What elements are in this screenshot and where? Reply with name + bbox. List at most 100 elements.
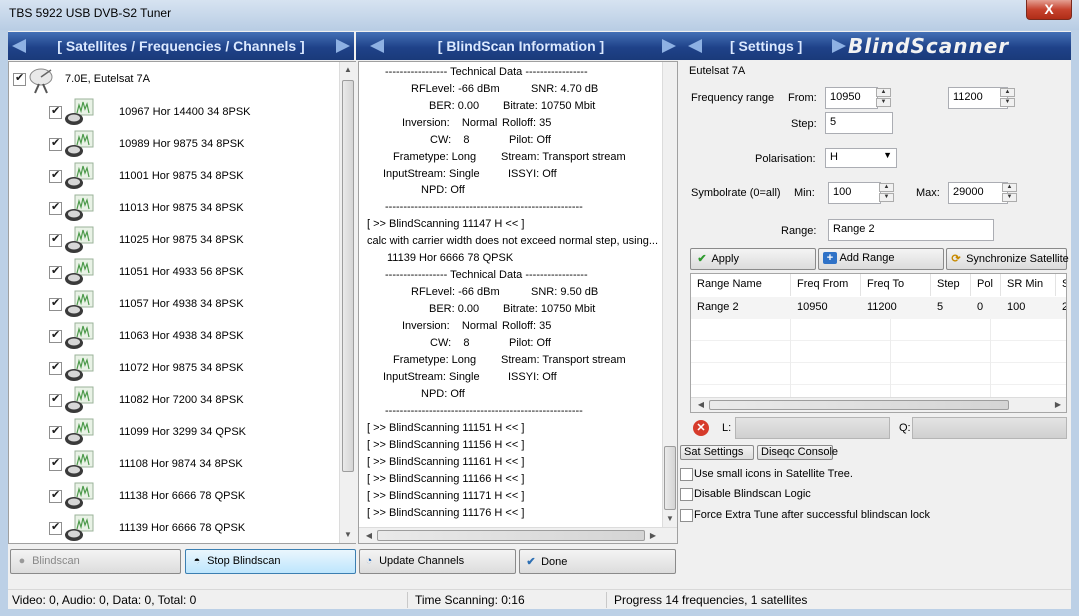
plus-icon: +	[823, 252, 837, 264]
range-grid[interactable]: Range Name Freq From Freq To Step Pol SR…	[690, 273, 1067, 413]
tree-item[interactable]: 11025 Hor 9875 34 8PSK	[9, 224, 339, 256]
update-channels-button[interactable]: ◔ Update Channels	[359, 549, 516, 574]
settings-header: [ Settings ] BlindScanner	[686, 32, 1071, 60]
log-text: Frametype: Long	[393, 354, 477, 366]
log-text: BER: 0.00	[429, 100, 480, 112]
symbolrate-max-input[interactable]: 29000	[948, 182, 1008, 204]
scroll-up-icon[interactable]: ▲	[340, 62, 356, 78]
scroll-down-icon[interactable]: ▼	[340, 527, 356, 543]
tab-sat-settings[interactable]: Sat Settings	[680, 445, 754, 460]
window-title: TBS 5922 USB DVB-S2 Tuner	[9, 6, 172, 20]
arrow-left-icon[interactable]	[688, 39, 702, 53]
satellite-tree[interactable]: 7.0E, Eutelsat 7A 10967 Hor 14400 34 8PS…	[8, 61, 356, 544]
add-range-button[interactable]: + Add Range	[818, 248, 944, 270]
freq-from-spinner[interactable]: ▲ ▼	[876, 88, 891, 108]
grid-header[interactable]: SR Min	[1001, 274, 1056, 296]
tree-item-label: 11057 Hor 4938 34 8PSK	[119, 298, 244, 310]
log-vscrollbar[interactable]: ▼	[662, 62, 677, 527]
scroll-left-icon[interactable]: ◀	[361, 528, 377, 544]
satellite-name: 7.0E, Eutelsat 7A	[65, 73, 150, 85]
chevron-down-icon[interactable]: ▼	[883, 150, 892, 160]
tree-item[interactable]: 11138 Hor 6666 78 QPSK	[9, 480, 339, 512]
arrow-right-icon[interactable]	[832, 39, 846, 53]
tree-scrollbar[interactable]: ▲ ▼	[339, 62, 356, 543]
tree-item-checkbox[interactable]	[49, 424, 62, 439]
scroll-thumb[interactable]	[377, 530, 645, 541]
blindscan-log[interactable]: ----------------- Technical Data -------…	[358, 61, 678, 544]
scroll-left-icon[interactable]: ◀	[693, 397, 709, 412]
arrow-right-icon[interactable]	[336, 39, 350, 53]
grid-header[interactable]: Step	[931, 274, 971, 296]
scroll-thumb[interactable]	[709, 400, 1009, 410]
done-button[interactable]: ✔ Done	[519, 549, 676, 574]
tree-item[interactable]: 10989 Hor 9875 34 8PSK	[9, 128, 339, 160]
tree-item-checkbox[interactable]	[49, 200, 62, 215]
tree-item-checkbox[interactable]	[49, 488, 62, 503]
tree-item[interactable]: 11139 Hor 6666 78 QPSK	[9, 512, 339, 543]
grid-cell: Range 2	[697, 301, 739, 313]
satellite-checkbox[interactable]	[13, 71, 26, 86]
blindscan-button[interactable]: ● Blindscan	[10, 549, 181, 574]
tree-item-checkbox[interactable]	[49, 392, 62, 407]
polarisation-select[interactable]: H ▼	[825, 148, 897, 168]
tree-item[interactable]: 11072 Hor 9875 34 8PSK	[9, 352, 339, 384]
grid-header[interactable]: Freq To	[861, 274, 931, 296]
arrow-left-icon[interactable]	[12, 39, 26, 53]
grid-header[interactable]: Pol	[971, 274, 1001, 296]
grid-header[interactable]: Range Name	[691, 274, 791, 296]
tree-item[interactable]: 11082 Hor 7200 34 8PSK	[9, 384, 339, 416]
grid-cell: 100	[1007, 301, 1026, 313]
grid-header[interactable]: Freq From	[791, 274, 861, 296]
scroll-thumb[interactable]	[664, 446, 676, 510]
tab-diseqc-console[interactable]: Diseqc Console	[757, 445, 838, 460]
arrow-left-icon[interactable]	[370, 39, 384, 53]
tree-item[interactable]: 10967 Hor 14400 34 8PSK	[9, 96, 339, 128]
symbolrate-min-spinner[interactable]: ▲ ▼	[879, 183, 894, 203]
tree-item-checkbox[interactable]	[49, 456, 62, 471]
close-button[interactable]: X	[1026, 0, 1072, 20]
tree-item-checkbox[interactable]	[49, 264, 62, 279]
tree-item[interactable]: 11108 Hor 9874 34 8PSK	[9, 448, 339, 480]
tree-item-checkbox[interactable]	[49, 328, 62, 343]
tree-item[interactable]: 11001 Hor 9875 34 8PSK	[9, 160, 339, 192]
step-input[interactable]: 5	[825, 112, 893, 134]
tree-item[interactable]: 11057 Hor 4938 34 8PSK	[9, 288, 339, 320]
tree-item-checkbox[interactable]	[49, 136, 62, 151]
small-icons-checkbox[interactable]	[680, 468, 693, 481]
scroll-right-icon[interactable]: ▶	[645, 528, 661, 544]
arrow-right-icon[interactable]	[662, 39, 676, 53]
force-tune-checkbox[interactable]	[680, 509, 693, 522]
log-hscrollbar[interactable]: ◀ ▶	[359, 527, 677, 543]
tree-item-checkbox[interactable]	[49, 296, 62, 311]
scroll-right-icon[interactable]: ▶	[1050, 397, 1066, 412]
apply-button[interactable]: ✔ Apply	[690, 248, 816, 270]
tree-item-checkbox[interactable]	[49, 104, 62, 119]
freq-from-input[interactable]: 10950	[825, 87, 878, 109]
stop-blindscan-button[interactable]: ◓ Stop Blindscan	[185, 549, 356, 574]
freq-to-input[interactable]: 11200	[948, 87, 1008, 109]
grid-hscrollbar[interactable]: ◀ ▶	[691, 397, 1066, 412]
scroll-thumb[interactable]	[342, 80, 354, 472]
symbolrate-min-input[interactable]: 100	[828, 182, 881, 204]
table-row[interactable]: Range 2 10950 11200 5 0 100 2	[691, 297, 1066, 319]
scroll-down-icon[interactable]: ▼	[663, 511, 677, 527]
transponder-icon	[65, 162, 94, 189]
tree-satellite-node[interactable]: 7.0E, Eutelsat 7A	[9, 64, 339, 96]
transponder-icon	[65, 386, 94, 413]
tree-item[interactable]: 11099 Hor 3299 34 QPSK	[9, 416, 339, 448]
disable-logic-checkbox[interactable]	[680, 488, 693, 501]
range-name-input[interactable]: Range 2	[828, 219, 994, 241]
tree-item-checkbox[interactable]	[49, 232, 62, 247]
synchronize-satellite-button[interactable]: ⟳ Synchronize Satellite	[946, 248, 1069, 270]
tree-item[interactable]: 11051 Hor 4933 56 8PSK	[9, 256, 339, 288]
tree-item[interactable]: 11063 Hor 4938 34 8PSK	[9, 320, 339, 352]
tree-item-checkbox[interactable]	[49, 360, 62, 375]
log-text: Rolloff: 35	[502, 320, 552, 332]
grid-header[interactable]: S	[1056, 274, 1066, 296]
tree-item[interactable]: 11013 Hor 9875 34 8PSK	[9, 192, 339, 224]
symbolrate-max-spinner[interactable]: ▲ ▼	[1002, 183, 1017, 203]
freq-to-spinner[interactable]: ▲ ▼	[1000, 88, 1015, 108]
transponder-icon	[65, 514, 94, 541]
tree-item-checkbox[interactable]	[49, 168, 62, 183]
tree-item-checkbox[interactable]	[49, 520, 62, 535]
